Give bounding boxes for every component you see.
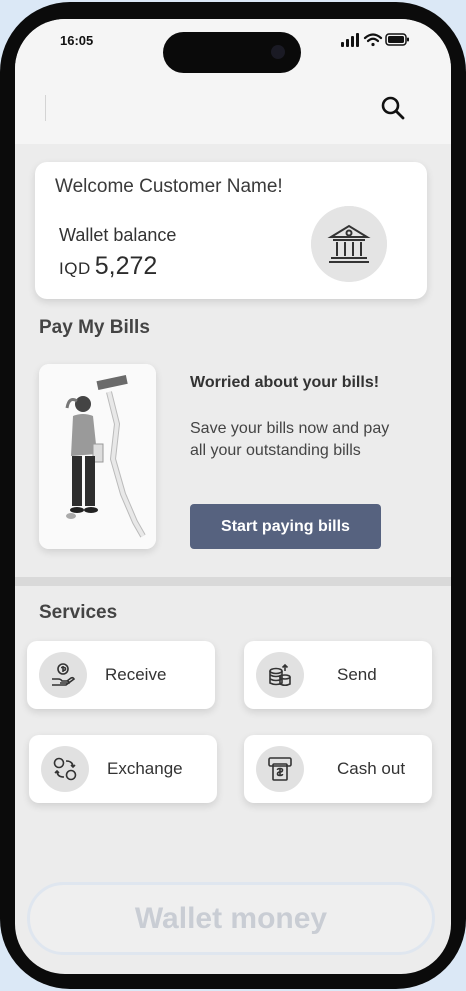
- header-divider: [45, 95, 46, 121]
- section-separator: [15, 577, 451, 586]
- status-icons: [341, 33, 409, 47]
- service-send-label: Send: [337, 665, 377, 684]
- balance-currency: IQD: [59, 259, 91, 278]
- service-cash-out-button[interactable]: Cash out: [244, 735, 432, 803]
- service-send-button[interactable]: Send: [244, 641, 432, 709]
- service-receive-label: Receive: [105, 665, 167, 684]
- services-section-title: Services: [39, 602, 118, 623]
- top-bar: 16:05: [15, 19, 451, 144]
- wallet-balance-label: Wallet balance: [59, 225, 177, 245]
- battery-icon: [385, 33, 409, 46]
- signal-icon: [341, 33, 359, 47]
- bank-icon[interactable]: [311, 206, 387, 282]
- phone-frame: 16:05 Welcome Customer Name! Wallet bala…: [0, 2, 466, 989]
- service-receive-button[interactable]: Receive: [27, 641, 215, 709]
- status-time: 16:05: [60, 33, 94, 48]
- welcome-greeting: Welcome Customer Name!: [55, 176, 283, 197]
- wifi-icon: [363, 33, 383, 47]
- exchange-icon: [41, 746, 89, 792]
- bills-illustration: [39, 364, 156, 549]
- start-paying-bills-button[interactable]: Start paying bills: [190, 504, 381, 549]
- atm-cash-icon: [256, 746, 304, 792]
- receive-money-icon: [39, 652, 87, 698]
- service-exchange-button[interactable]: Exchange: [29, 735, 217, 803]
- wallet-money-button[interactable]: Wallet money: [27, 882, 435, 955]
- balance-amount: 5,272: [94, 252, 158, 280]
- bills-description: Save your bills now and pay all your out…: [190, 420, 390, 459]
- app-screen: 16:05 Welcome Customer Name! Wallet bala…: [15, 19, 451, 974]
- dynamic-island: [163, 32, 301, 73]
- service-exchange-label: Exchange: [107, 759, 183, 778]
- bills-section-title: Pay My Bills: [39, 317, 150, 338]
- service-cash-out-label: Cash out: [337, 759, 406, 778]
- search-icon[interactable]: [380, 95, 406, 121]
- camera-icon: [271, 45, 285, 59]
- wallet-summary-card: Welcome Customer Name! Wallet balance IQ…: [35, 162, 427, 299]
- wallet-balance: IQD 5,272: [59, 252, 157, 281]
- bills-headline: Worried about your bills!: [190, 374, 380, 391]
- coins-send-icon: [256, 652, 304, 698]
